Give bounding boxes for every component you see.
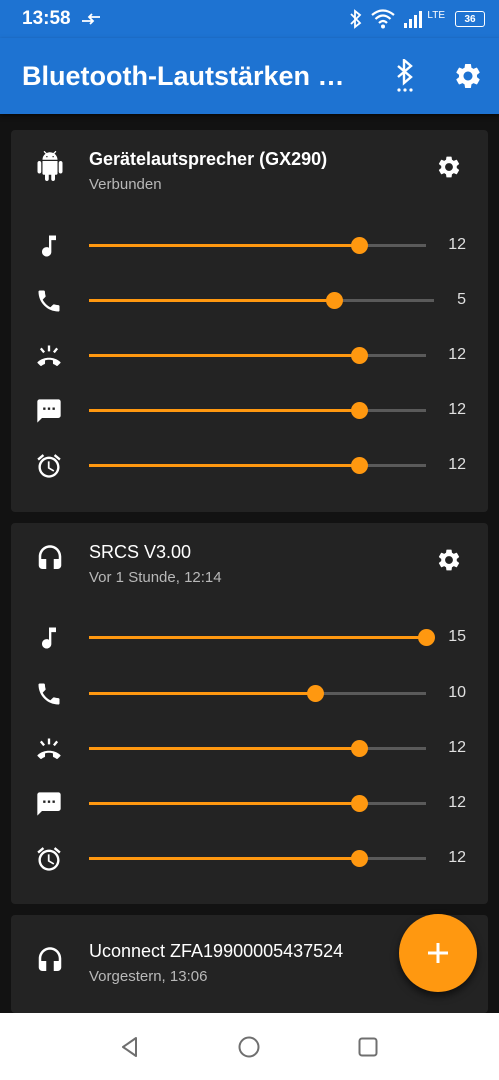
device-name: SRCS V3.00: [89, 542, 192, 562]
alarm-volume-slider[interactable]: [89, 457, 426, 474]
card-header[interactable]: SRCS V3.00 Vor 1 Stunde, 12:14: [11, 523, 488, 603]
slider-fill: [89, 464, 359, 467]
music-volume-slider[interactable]: [89, 629, 435, 646]
call-volume-value: 10: [448, 684, 466, 701]
battery-level: 36: [464, 13, 476, 25]
plus-icon: [428, 943, 448, 963]
alarm-volume-slider[interactable]: [89, 850, 426, 867]
alarm-volume-value: 12: [448, 456, 466, 473]
slider-thumb[interactable]: [350, 850, 368, 867]
recents-icon[interactable]: [356, 1035, 380, 1059]
alarm-icon: [37, 454, 61, 478]
alarm-icon: [37, 847, 61, 871]
signal-icon: [404, 11, 423, 28]
slider-thumb[interactable]: [350, 347, 368, 364]
status-time: 13:58: [22, 8, 71, 29]
slider-thumb[interactable]: [350, 740, 368, 757]
slider-thumb[interactable]: [306, 685, 324, 702]
music-volume-slider[interactable]: [89, 237, 426, 254]
message-icon: [37, 399, 61, 423]
slider-thumb[interactable]: [418, 629, 435, 646]
back-icon[interactable]: [118, 1035, 142, 1059]
slider-fill: [89, 857, 359, 860]
notification-volume-value: 12: [448, 401, 466, 418]
slider-thumb[interactable]: [350, 237, 368, 254]
device-card: Gerätelautsprecher (GX290) Verbunden 12 …: [11, 130, 488, 512]
slider-fill: [89, 802, 359, 805]
volume-row-alarm: 12: [11, 446, 488, 486]
ringer-icon: [37, 345, 61, 367]
slider-thumb[interactable]: [325, 292, 343, 309]
device-status: Vor 1 Stunde, 12:14: [89, 569, 222, 586]
device-name: Gerätelautsprecher (GX290): [89, 149, 328, 169]
network-type-label: LTE: [427, 9, 445, 21]
ring-volume-value: 12: [448, 346, 466, 363]
message-icon: [37, 792, 61, 816]
headphones-icon: [38, 545, 62, 569]
call-volume-value: 5: [457, 291, 466, 308]
slider-fill: [89, 636, 426, 639]
ring-volume-slider[interactable]: [89, 740, 426, 757]
call-volume-slider[interactable]: [89, 292, 434, 309]
system-nav-bar: [0, 1013, 499, 1080]
settings-icon[interactable]: [453, 61, 483, 91]
alarm-volume-value: 12: [448, 849, 466, 866]
device-card: SRCS V3.00 Vor 1 Stunde, 12:14 15 10 12 …: [11, 523, 488, 904]
device-status: Vorgestern, 13:06: [89, 968, 208, 985]
app-title: Bluetooth-Lautstärken Manager: [22, 60, 352, 91]
phone-icon: [38, 290, 60, 312]
ringer-icon: [37, 738, 61, 760]
volume-row-notification: 12: [11, 391, 488, 431]
volume-row-call: 10: [11, 674, 488, 714]
volume-row-alarm: 12: [11, 839, 488, 879]
volume-row-ring: 12: [11, 336, 488, 376]
device-status: Verbunden: [89, 176, 162, 193]
volume-row-music: 15: [11, 618, 488, 658]
ring-volume-value: 12: [448, 739, 466, 756]
slider-thumb[interactable]: [350, 457, 368, 474]
music-note-icon: [42, 235, 56, 257]
android-icon: [37, 151, 63, 181]
headphones-icon: [38, 947, 62, 971]
slider-fill: [89, 747, 359, 750]
card-header[interactable]: Gerätelautsprecher (GX290) Verbunden: [11, 130, 488, 210]
notification-volume-slider[interactable]: [89, 795, 426, 812]
ring-volume-slider[interactable]: [89, 347, 426, 364]
device-settings-icon[interactable]: [436, 547, 462, 573]
bluetooth-status-icon: [350, 9, 362, 29]
slider-fill: [89, 354, 359, 357]
slider-thumb[interactable]: [350, 402, 368, 419]
device-settings-icon[interactable]: [436, 154, 462, 180]
battery-icon: 36: [455, 11, 485, 27]
slider-fill: [89, 244, 359, 247]
notification-volume-value: 12: [448, 794, 466, 811]
slider-thumb[interactable]: [350, 795, 368, 812]
add-device-button[interactable]: [399, 914, 477, 992]
slider-fill: [89, 692, 315, 695]
app-bar: Bluetooth-Lautstärken Manager: [0, 38, 499, 114]
home-icon[interactable]: [237, 1035, 261, 1059]
volume-row-call: 5: [11, 281, 488, 321]
volume-row-notification: 12: [11, 784, 488, 824]
data-transfer-icon: [81, 13, 100, 25]
device-name: Uconnect ZFA19900005437524: [89, 941, 344, 961]
status-bar: 13:58 LTE 36: [0, 0, 499, 38]
music-volume-value: 12: [448, 236, 466, 253]
music-volume-value: 15: [448, 628, 466, 645]
slider-fill: [89, 299, 334, 302]
notification-volume-slider[interactable]: [89, 402, 426, 419]
bluetooth-search-icon[interactable]: [393, 59, 417, 93]
volume-row-music: 12: [11, 226, 488, 266]
volume-row-ring: 12: [11, 729, 488, 769]
call-volume-slider[interactable]: [89, 685, 426, 702]
music-note-icon: [42, 627, 56, 649]
slider-fill: [89, 409, 359, 412]
phone-icon: [38, 683, 60, 705]
wifi-icon: [371, 9, 396, 29]
